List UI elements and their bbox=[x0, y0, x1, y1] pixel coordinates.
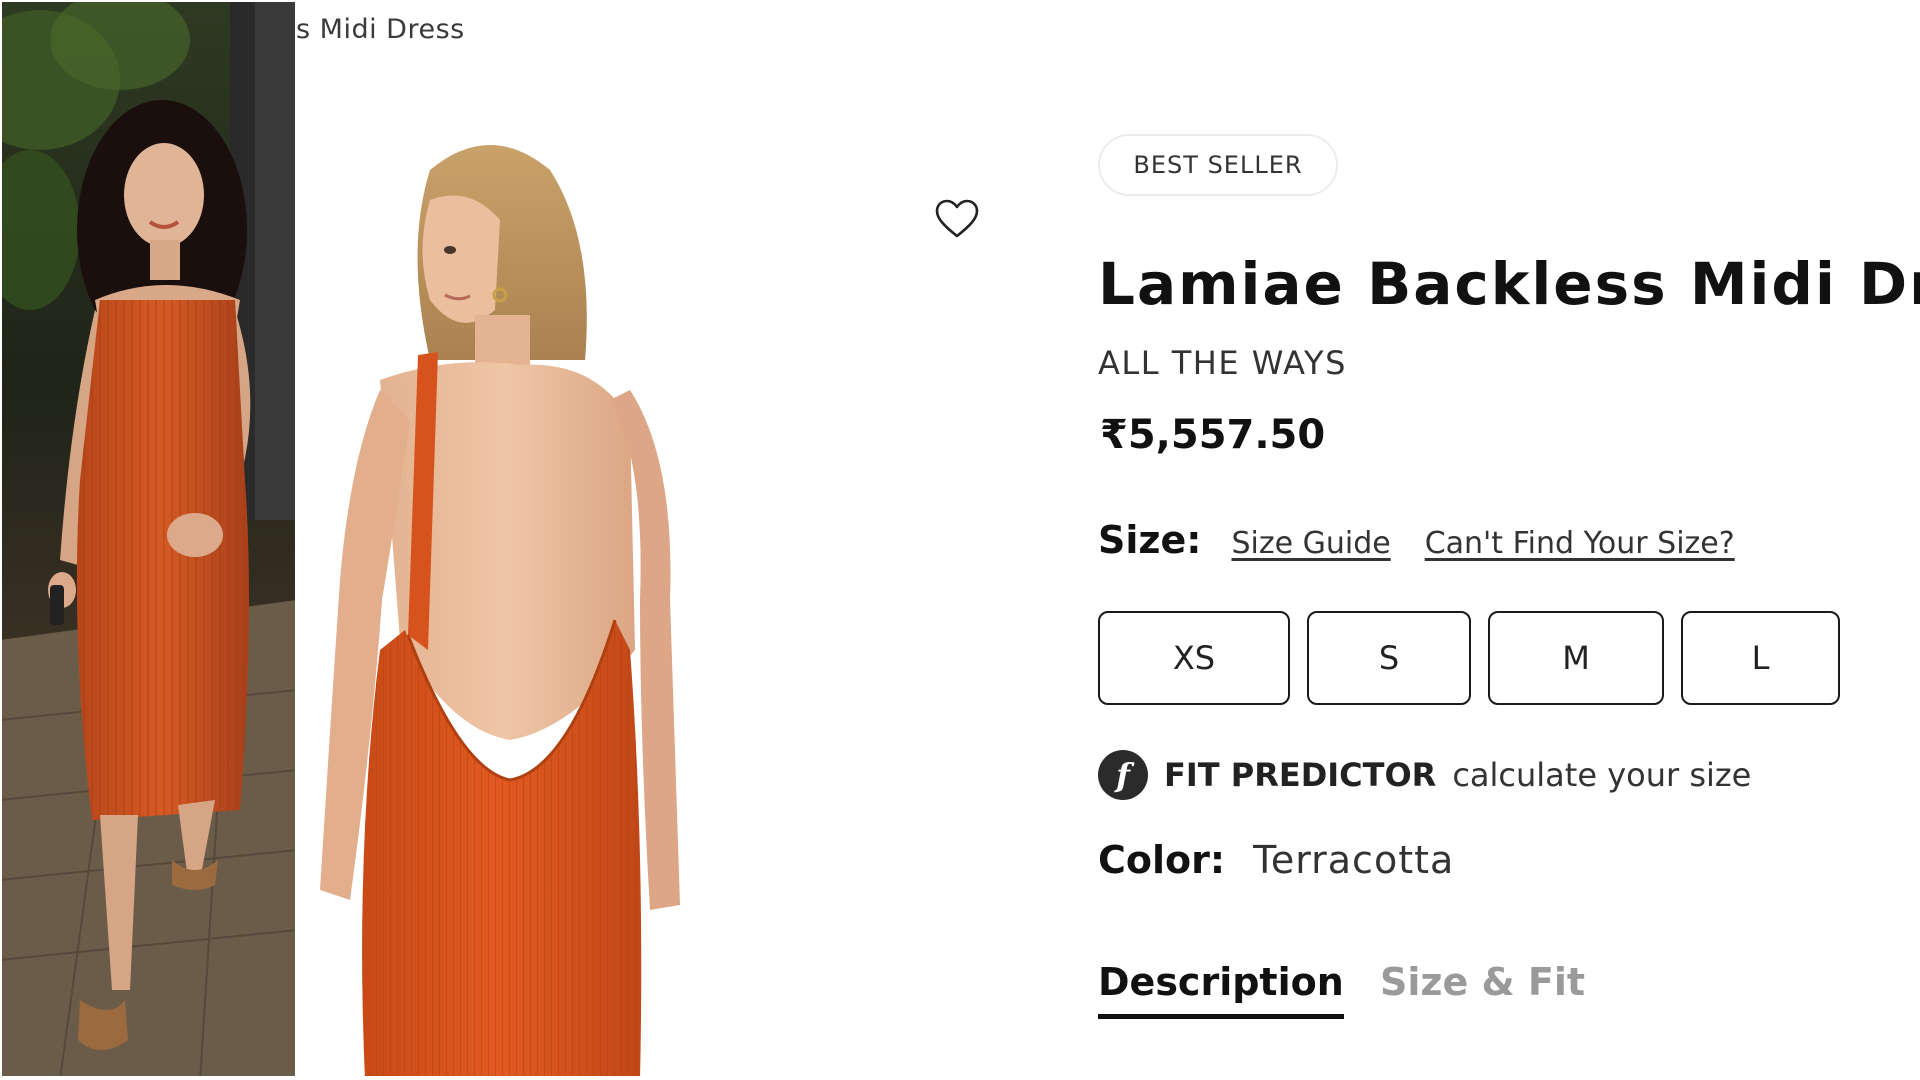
heart-outline-icon bbox=[935, 199, 979, 238]
size-header: Size: Size Guide Can't Find Your Size? bbox=[1098, 518, 1769, 562]
product-price: ₹5,557.50 bbox=[1100, 412, 1326, 458]
breadcrumb[interactable]: s Midi Dress bbox=[296, 14, 465, 45]
bottom-edge bbox=[0, 1076, 1920, 1080]
celebrity-photo-illustration bbox=[0, 0, 297, 1080]
size-label: Size: bbox=[1098, 518, 1202, 562]
product-image[interactable] bbox=[310, 130, 740, 1080]
fit-predictor-logo-icon: f bbox=[1098, 750, 1148, 800]
product-page: s Midi Dress BEST SELLER Lamiae Backless… bbox=[0, 0, 1920, 1080]
product-title: Lamiae Backless Midi Dre bbox=[1098, 250, 1920, 318]
size-option-m[interactable]: M bbox=[1488, 611, 1664, 705]
tab-size-fit[interactable]: Size & Fit bbox=[1380, 960, 1585, 1004]
celebrity-photo bbox=[0, 0, 297, 1080]
cant-find-size-link[interactable]: Can't Find Your Size? bbox=[1425, 526, 1735, 561]
color-row: Color: Terracotta bbox=[1098, 838, 1454, 882]
size-guide-link[interactable]: Size Guide bbox=[1231, 526, 1390, 561]
fit-predictor-title: FIT PREDICTOR bbox=[1164, 756, 1437, 794]
size-option-l[interactable]: L bbox=[1681, 611, 1840, 705]
color-value: Terracotta bbox=[1253, 838, 1455, 882]
best-seller-badge: BEST SELLER bbox=[1098, 134, 1338, 196]
product-model-illustration bbox=[320, 145, 680, 1080]
size-option-xs[interactable]: XS bbox=[1098, 611, 1290, 705]
tab-description[interactable]: Description bbox=[1098, 960, 1344, 1019]
color-label: Color: bbox=[1098, 838, 1226, 882]
wishlist-button[interactable] bbox=[932, 196, 982, 242]
brand-name[interactable]: ALL THE WAYS bbox=[1098, 344, 1347, 382]
fit-predictor-link[interactable]: f FIT PREDICTOR calculate your size bbox=[1098, 750, 1751, 800]
size-option-s[interactable]: S bbox=[1307, 611, 1471, 705]
fit-predictor-subtitle: calculate your size bbox=[1452, 756, 1752, 794]
